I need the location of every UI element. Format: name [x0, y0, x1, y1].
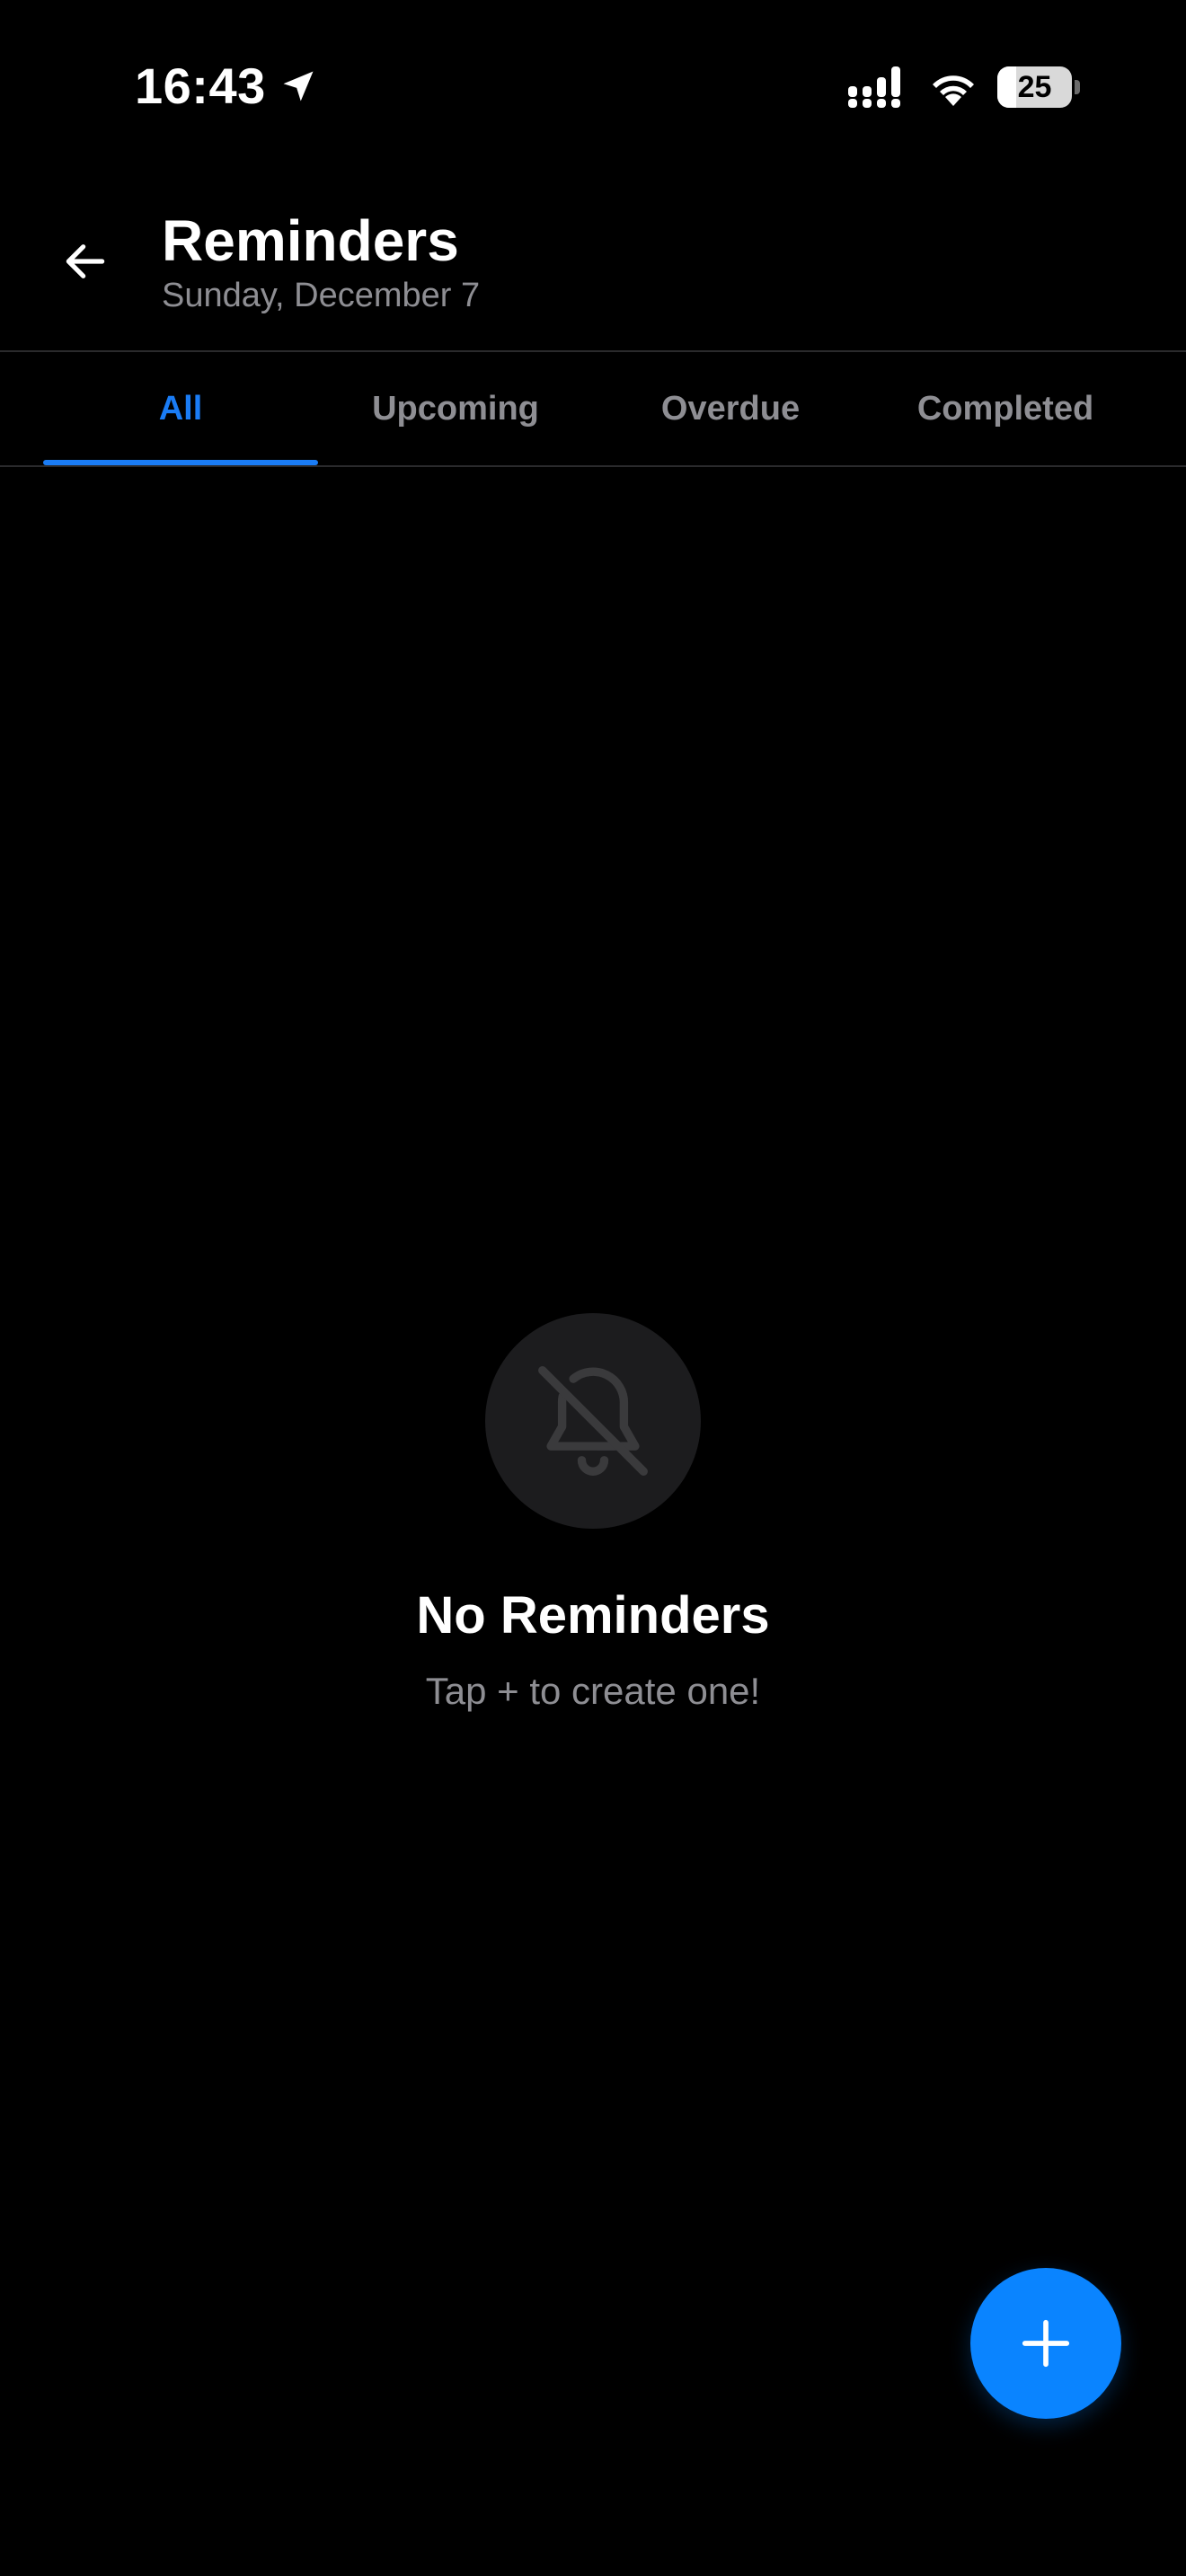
location-arrow-icon — [283, 71, 314, 101]
empty-state-title: No Reminders — [416, 1586, 770, 1645]
filter-tabs: All Upcoming Overdue Completed — [43, 352, 1143, 465]
battery-icon: 25 — [997, 66, 1080, 108]
bell-slash-icon — [538, 1366, 648, 1476]
tabs-divider — [0, 465, 1186, 467]
battery-level: 25 — [1017, 70, 1052, 104]
empty-state-subtitle: Tap + to create one! — [425, 1670, 761, 1712]
empty-state-icon-circle — [485, 1313, 701, 1529]
status-bar: 16:43 25 — [0, 0, 1186, 171]
status-time-text: 16:43 — [135, 57, 266, 114]
status-indicators: 25 — [848, 63, 1080, 111]
signal-icon — [848, 66, 900, 108]
status-time: 16:43 — [135, 57, 318, 115]
header: Reminders Sunday, December 7 — [0, 171, 1186, 350]
empty-state: No Reminders Tap + to create one! — [0, 1313, 1186, 1714]
tab-overdue[interactable]: Overdue — [593, 352, 868, 465]
tab-label: All — [158, 389, 203, 428]
back-button[interactable] — [45, 221, 126, 302]
wifi-icon — [933, 75, 974, 106]
battery-tip — [1075, 80, 1080, 94]
back-arrow-icon — [66, 244, 105, 278]
tab-label: Upcoming — [372, 389, 539, 428]
add-reminder-button[interactable] — [970, 2268, 1121, 2419]
tab-label: Completed — [916, 389, 1094, 428]
battery-body: 25 — [997, 66, 1073, 108]
tab-label: Overdue — [660, 389, 801, 428]
page-title: Reminders — [162, 208, 459, 273]
battery-fill — [997, 66, 1016, 108]
page-subtitle: Sunday, December 7 — [162, 277, 481, 314]
tab-completed[interactable]: Completed — [868, 352, 1143, 465]
tab-upcoming[interactable]: Upcoming — [318, 352, 593, 465]
tab-all[interactable]: All — [43, 352, 318, 465]
plus-icon — [1022, 2319, 1070, 2368]
